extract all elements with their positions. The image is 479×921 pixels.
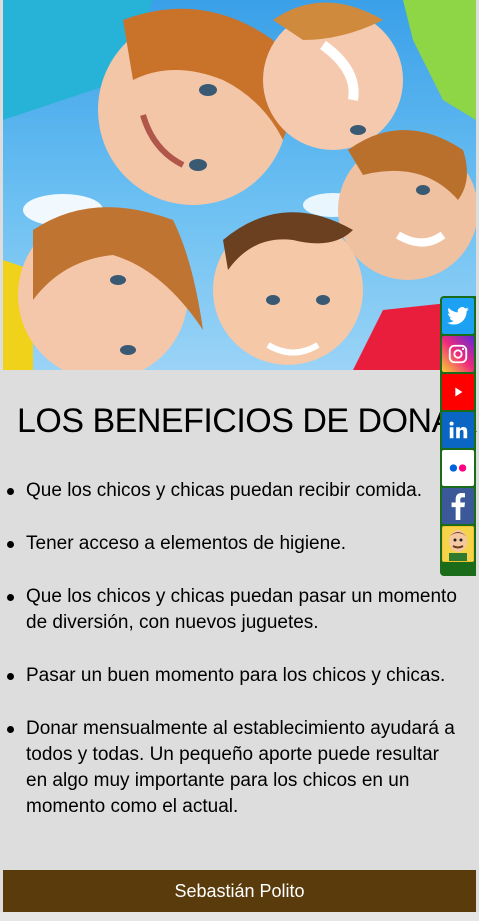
linkedin-icon	[449, 421, 468, 439]
instagram-button[interactable]	[442, 336, 474, 372]
facebook-button[interactable]	[442, 488, 474, 524]
instagram-icon	[448, 344, 468, 364]
twitter-button[interactable]	[442, 298, 474, 334]
hero-image	[3, 0, 476, 370]
benefits-list: Que los chicos y chicas puedan recibir c…	[3, 478, 466, 847]
youtube-icon	[455, 387, 463, 397]
flickr-icon	[449, 464, 467, 472]
avatar-icon	[443, 527, 473, 561]
footer-author: Sebastián Polito	[174, 881, 305, 901]
benefits-section: LOS BENEFICIOS DE DONAR Que los chicos y…	[3, 370, 478, 870]
twitter-icon	[447, 307, 469, 325]
list-item: Que los chicos y chicas puedan pasar un …	[7, 584, 466, 636]
list-item: Tener acceso a elementos de higiene.	[7, 531, 466, 557]
youtube-button[interactable]	[442, 374, 474, 410]
list-item: Pasar un buen momento para los chicos y …	[7, 663, 466, 689]
list-item: Que los chicos y chicas puedan recibir c…	[7, 478, 466, 504]
flickr-button[interactable]	[442, 450, 474, 486]
list-item: Donar mensualmente al establecimiento ay…	[7, 716, 466, 820]
bottom-strip	[0, 912, 479, 921]
children-photo	[3, 0, 476, 370]
page: LOS BENEFICIOS DE DONAR Que los chicos y…	[3, 0, 478, 921]
facebook-icon	[451, 493, 465, 520]
social-sidebar	[440, 296, 476, 576]
linkedin-button[interactable]	[442, 412, 474, 448]
page-title: LOS BENEFICIOS DE DONAR	[17, 402, 478, 440]
footer: Sebastián Polito	[3, 870, 476, 912]
avatar-button[interactable]	[442, 526, 474, 562]
